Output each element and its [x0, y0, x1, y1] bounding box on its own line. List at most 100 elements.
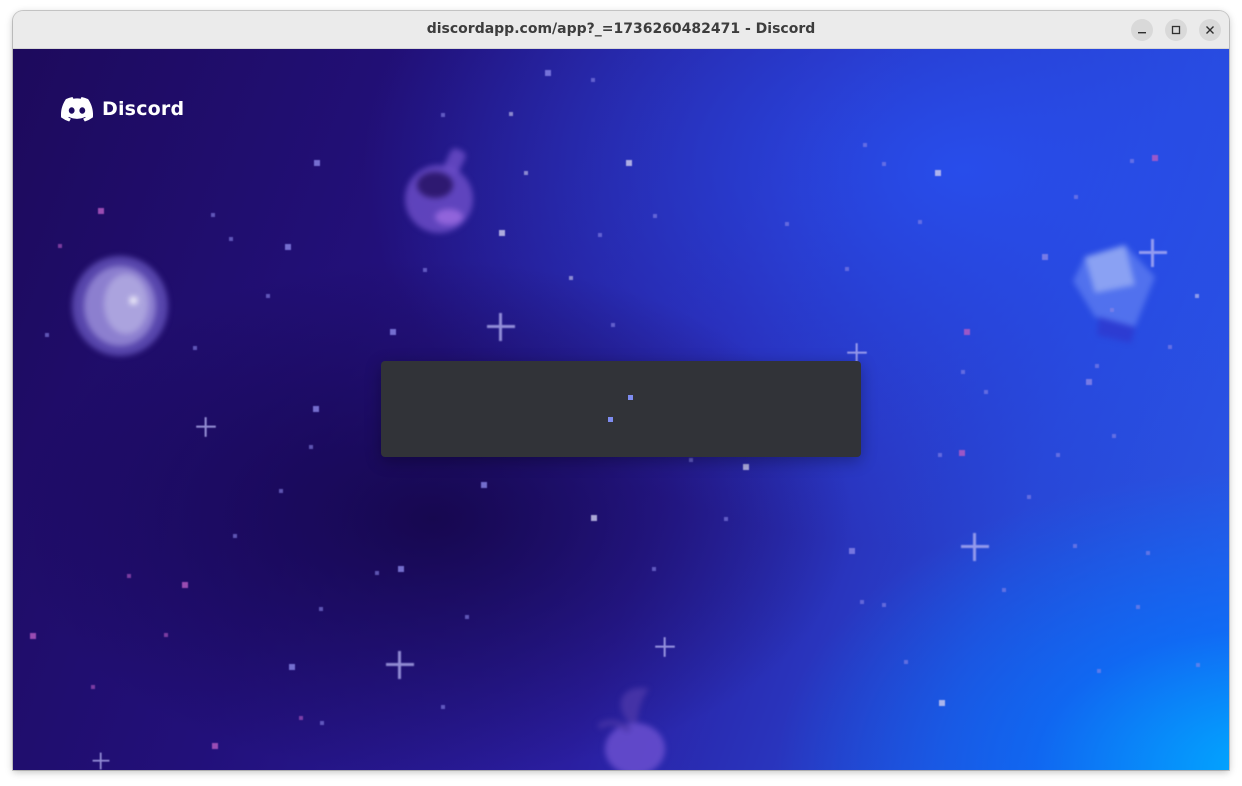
star-decoration [689, 458, 693, 462]
star-decoration [626, 160, 632, 166]
star-decoration [182, 582, 188, 588]
minimize-icon [1138, 32, 1146, 34]
star-decoration [299, 716, 303, 720]
star-decoration [964, 329, 970, 335]
close-button[interactable] [1199, 19, 1221, 41]
sparkle-decoration [847, 343, 867, 363]
star-decoration [127, 574, 131, 578]
star-decoration [266, 294, 270, 298]
discord-logo[interactable]: Discord [61, 95, 184, 123]
star-decoration [863, 143, 867, 147]
plant-bulb-decoration [589, 679, 673, 770]
star-decoration [860, 600, 864, 604]
star-decoration [882, 603, 886, 607]
star-decoration [319, 607, 323, 611]
sparkle-decoration [386, 651, 414, 679]
discord-splash-page: Discord [13, 49, 1229, 770]
star-decoration [233, 534, 237, 538]
star-decoration [524, 171, 528, 175]
star-decoration [984, 390, 988, 394]
star-decoration [611, 323, 615, 327]
star-decoration [569, 276, 573, 280]
star-decoration [229, 237, 233, 241]
star-decoration [193, 346, 197, 350]
star-decoration [314, 160, 320, 166]
window-titlebar[interactable]: discordapp.com/app?_=1736260482471 - Dis… [13, 11, 1229, 49]
potion-flask-decoration [401, 139, 481, 239]
star-decoration [91, 685, 95, 689]
star-decoration [1168, 345, 1172, 349]
star-decoration [313, 406, 319, 412]
star-decoration [164, 633, 168, 637]
window-title: discordapp.com/app?_=1736260482471 - Dis… [426, 21, 816, 37]
star-decoration [935, 170, 941, 176]
star-decoration [598, 233, 602, 237]
maximize-button[interactable] [1165, 19, 1187, 41]
star-decoration [398, 566, 404, 572]
star-decoration [1042, 254, 1048, 260]
portal-ring-decoration [68, 254, 172, 358]
star-decoration [918, 220, 922, 224]
star-decoration [961, 370, 965, 374]
star-decoration [320, 721, 324, 725]
star-decoration [1074, 195, 1078, 199]
star-decoration [423, 268, 427, 272]
loading-spinner-dot [608, 417, 613, 422]
star-decoration [375, 571, 379, 575]
close-icon [1206, 26, 1214, 34]
star-decoration [58, 244, 62, 248]
star-decoration [743, 464, 749, 470]
star-decoration [845, 267, 849, 271]
sparkle-decoration [655, 637, 675, 657]
star-decoration [652, 567, 656, 571]
star-decoration [1097, 669, 1101, 673]
star-decoration [545, 70, 551, 76]
star-decoration [30, 633, 36, 639]
star-decoration [724, 517, 728, 521]
star-decoration [939, 700, 945, 706]
minimize-button[interactable] [1131, 19, 1153, 41]
star-decoration [1196, 663, 1200, 667]
sparkle-decoration [961, 533, 989, 561]
star-decoration [1110, 308, 1114, 312]
star-decoration [441, 113, 445, 117]
star-decoration [1130, 159, 1134, 163]
star-decoration [1073, 544, 1077, 548]
star-decoration [653, 214, 657, 218]
star-decoration [211, 213, 215, 217]
star-decoration [785, 222, 789, 226]
star-decoration [289, 664, 295, 670]
star-decoration [849, 548, 855, 554]
star-decoration [279, 489, 283, 493]
star-decoration [591, 515, 597, 521]
logo-wordmark: Discord [102, 98, 185, 120]
star-decoration [938, 453, 942, 457]
sparkle-decoration [196, 417, 216, 437]
star-decoration [509, 112, 513, 116]
star-decoration [441, 705, 445, 709]
star-decoration [1112, 434, 1116, 438]
star-decoration [1027, 495, 1031, 499]
loading-spinner-dot [628, 395, 633, 400]
star-decoration [285, 244, 291, 250]
star-decoration [481, 482, 487, 488]
maximize-icon [1171, 25, 1181, 35]
star-decoration [499, 230, 505, 236]
star-decoration [1002, 588, 1006, 592]
star-decoration [212, 743, 218, 749]
sparkle-decoration [92, 752, 110, 770]
discord-clyde-icon [61, 96, 93, 121]
star-decoration [45, 333, 49, 337]
star-decoration [591, 78, 595, 82]
star-decoration [904, 660, 908, 664]
star-decoration [959, 450, 965, 456]
star-decoration [1056, 453, 1060, 457]
sparkle-decoration [487, 313, 515, 341]
browser-window: discordapp.com/app?_=1736260482471 - Dis… [13, 11, 1229, 770]
star-decoration [882, 162, 886, 166]
star-decoration [390, 329, 396, 335]
star-decoration [1136, 605, 1140, 609]
sparkle-decoration [1139, 239, 1167, 267]
star-decoration [309, 445, 313, 449]
star-decoration [98, 208, 104, 214]
